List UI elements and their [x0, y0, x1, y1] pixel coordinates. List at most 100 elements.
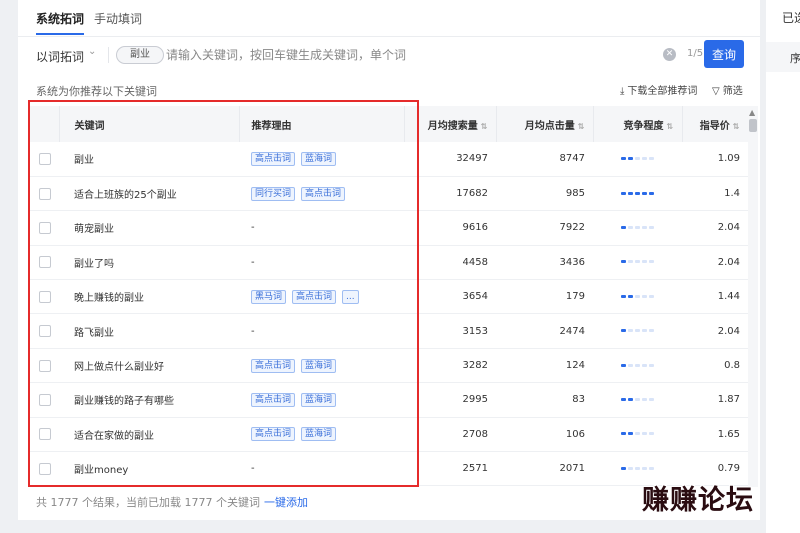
row-check-cell — [29, 348, 59, 384]
price-cell: 1.65 — [682, 417, 748, 453]
table-row[interactable]: 副业 高点击词 蓝海词 32497 8747 1.09 — [29, 142, 748, 177]
table-row[interactable]: 网上做点什么副业好 高点击词 蓝海词 3282 124 0.8 — [29, 348, 748, 384]
sort-icon[interactable]: ⇅ — [481, 122, 488, 131]
keyword-cell: 适合在家做的副业 — [59, 417, 239, 453]
selected-table-header: 序 — [766, 42, 800, 72]
competition-cell — [593, 382, 682, 418]
header-monthly-click[interactable]: 月均点击量 ⇅ — [496, 106, 594, 142]
table-row[interactable]: 萌宠副业 - 9616 7922 2.04 — [29, 210, 748, 246]
row-checkbox[interactable] — [39, 325, 51, 338]
clear-icon[interactable]: ✕ — [663, 48, 676, 61]
competition-bar-segment — [642, 329, 647, 333]
price-cell: 1.09 — [682, 142, 748, 177]
table-row[interactable]: 晚上赚钱的副业 黑马词 高点击词... 3654 179 1.44 — [29, 279, 748, 315]
reason-cell: 同行买词 高点击词 — [239, 176, 404, 212]
keyword-cell: 萌宠副业 — [59, 210, 239, 246]
competition-bar-segment — [649, 225, 654, 229]
sort-icon[interactable]: ⇅ — [667, 122, 674, 131]
price-cell: 2.04 — [682, 313, 748, 349]
competition-bar-segment — [635, 397, 640, 401]
keyword-table: 关键词 推荐理由 月均搜索量 ⇅ 月均点击量 ⇅ 竞争程度 ⇅ 指导价 ⇅ 副业 高点击词… — [29, 106, 748, 487]
header-monthly-search[interactable]: 月均搜索量 ⇅ — [404, 106, 497, 142]
price-cell: 1.44 — [682, 279, 748, 315]
competition-bar-segment — [628, 156, 633, 160]
header-price[interactable]: 指导价 ⇅ — [682, 106, 748, 142]
mode-select[interactable]: 以词拓词 — [36, 48, 84, 65]
header-keyword: 关键词 — [59, 106, 240, 142]
reason-tag: 高点击词 — [251, 392, 296, 407]
row-checkbox[interactable] — [39, 393, 51, 406]
competition-bar-segment — [621, 191, 626, 195]
table-row[interactable]: 适合在家做的副业 高点击词 蓝海词 2708 106 1.65 — [29, 417, 748, 453]
filter-button[interactable]: ▽ 筛选 — [712, 82, 743, 97]
monthly-click-cell: 8747 — [496, 142, 593, 177]
table-row[interactable]: 路飞副业 - 3153 2474 2.04 — [29, 313, 748, 349]
row-check-cell — [29, 451, 59, 487]
sort-icon[interactable]: ⇅ — [578, 122, 585, 131]
competition-bar-segment — [642, 432, 647, 436]
row-checkbox[interactable] — [39, 152, 51, 165]
reason-tag: 高点击词 — [251, 151, 296, 166]
header-competition[interactable]: 竞争程度 ⇅ — [593, 106, 683, 142]
seed-keyword-chip[interactable]: 副业 — [116, 46, 164, 64]
table-row[interactable]: 副业赚钱的路子有哪些 高点击词 蓝海词 2995 83 1.87 — [29, 382, 748, 418]
table-row[interactable]: 副业money -2571 2071 0.79 — [29, 451, 748, 487]
keyword-cell: 适合上班族的25个副业 — [59, 176, 239, 212]
competition-cell — [593, 210, 682, 246]
row-checkbox[interactable] — [39, 187, 51, 200]
competition-bar-segment — [649, 397, 654, 401]
competition-bar-segment — [628, 466, 633, 470]
sort-icon[interactable]: ⇅ — [733, 122, 740, 131]
reason-cell: 高点击词 蓝海词 — [239, 348, 404, 384]
reason-cell: 高点击词 蓝海词 — [239, 417, 404, 453]
competition-bar-segment — [621, 294, 626, 298]
table-row[interactable]: 适合上班族的25个副业 同行买词 高点击词 17682 985 1.4 — [29, 176, 748, 212]
tab-manual-input[interactable]: 手动填词 — [94, 10, 142, 27]
row-checkbox[interactable] — [39, 256, 51, 269]
watermark: 赚赚论坛 — [642, 485, 754, 516]
competition-bar-segment — [649, 294, 654, 298]
competition-bar-segment — [621, 225, 626, 229]
competition-meter — [621, 363, 654, 367]
competition-bar-segment — [642, 225, 647, 229]
add-all-link[interactable]: 一键添加 — [264, 496, 308, 509]
competition-bar-segment — [649, 329, 654, 333]
row-checkbox[interactable] — [39, 428, 51, 441]
competition-bar-segment — [621, 397, 626, 401]
download-all-button[interactable]: ⤓ 下载全部推荐词 — [620, 82, 697, 97]
monthly-click-cell: 106 — [496, 417, 593, 453]
row-checkbox[interactable] — [39, 359, 51, 372]
row-check-cell — [29, 210, 59, 246]
table-scrollbar[interactable]: ▲ — [748, 106, 758, 487]
competition-meter — [621, 432, 654, 436]
header-check-cell — [29, 106, 60, 142]
monthly-search-cell: 4458 — [404, 245, 496, 281]
scroll-up-icon[interactable]: ▲ — [749, 108, 755, 117]
competition-bar-segment — [635, 156, 640, 160]
query-button[interactable]: 查询 — [704, 40, 744, 68]
keyword-input[interactable] — [166, 45, 646, 65]
keyword-cell: 路飞副业 — [59, 313, 239, 349]
competition-bar-segment — [628, 294, 633, 298]
reason-cell: - — [239, 313, 404, 349]
row-check-cell — [29, 313, 59, 349]
keyword-cell: 副业了吗 — [59, 245, 239, 281]
reason-tag: 蓝海词 — [301, 151, 337, 166]
chevron-down-icon[interactable]: ⌄ — [88, 46, 96, 57]
row-checkbox[interactable] — [39, 221, 51, 234]
reason-tag: 蓝海词 — [301, 358, 337, 373]
row-checkbox[interactable] — [39, 290, 51, 303]
tab-system-expand[interactable]: 系统拓词 — [36, 10, 85, 35]
table-row[interactable]: 副业了吗 - 4458 3436 2.04 — [29, 245, 748, 281]
reason-cell: 黑马词 高点击词... — [239, 279, 404, 315]
competition-bar-segment — [628, 191, 633, 195]
keyword-cell: 副业赚钱的路子有哪些 — [59, 382, 239, 418]
reason-tag: 高点击词 — [251, 358, 296, 373]
scrollbar-thumb[interactable] — [749, 119, 757, 132]
competition-cell — [593, 142, 682, 177]
competition-bar-segment — [621, 466, 626, 470]
row-checkbox[interactable] — [39, 462, 51, 475]
result-summary: 共 1777 个结果，当前已加载 1777 个关键词 — [36, 496, 260, 509]
monthly-click-cell: 2474 — [496, 313, 593, 349]
reason-cell: - — [239, 245, 404, 281]
